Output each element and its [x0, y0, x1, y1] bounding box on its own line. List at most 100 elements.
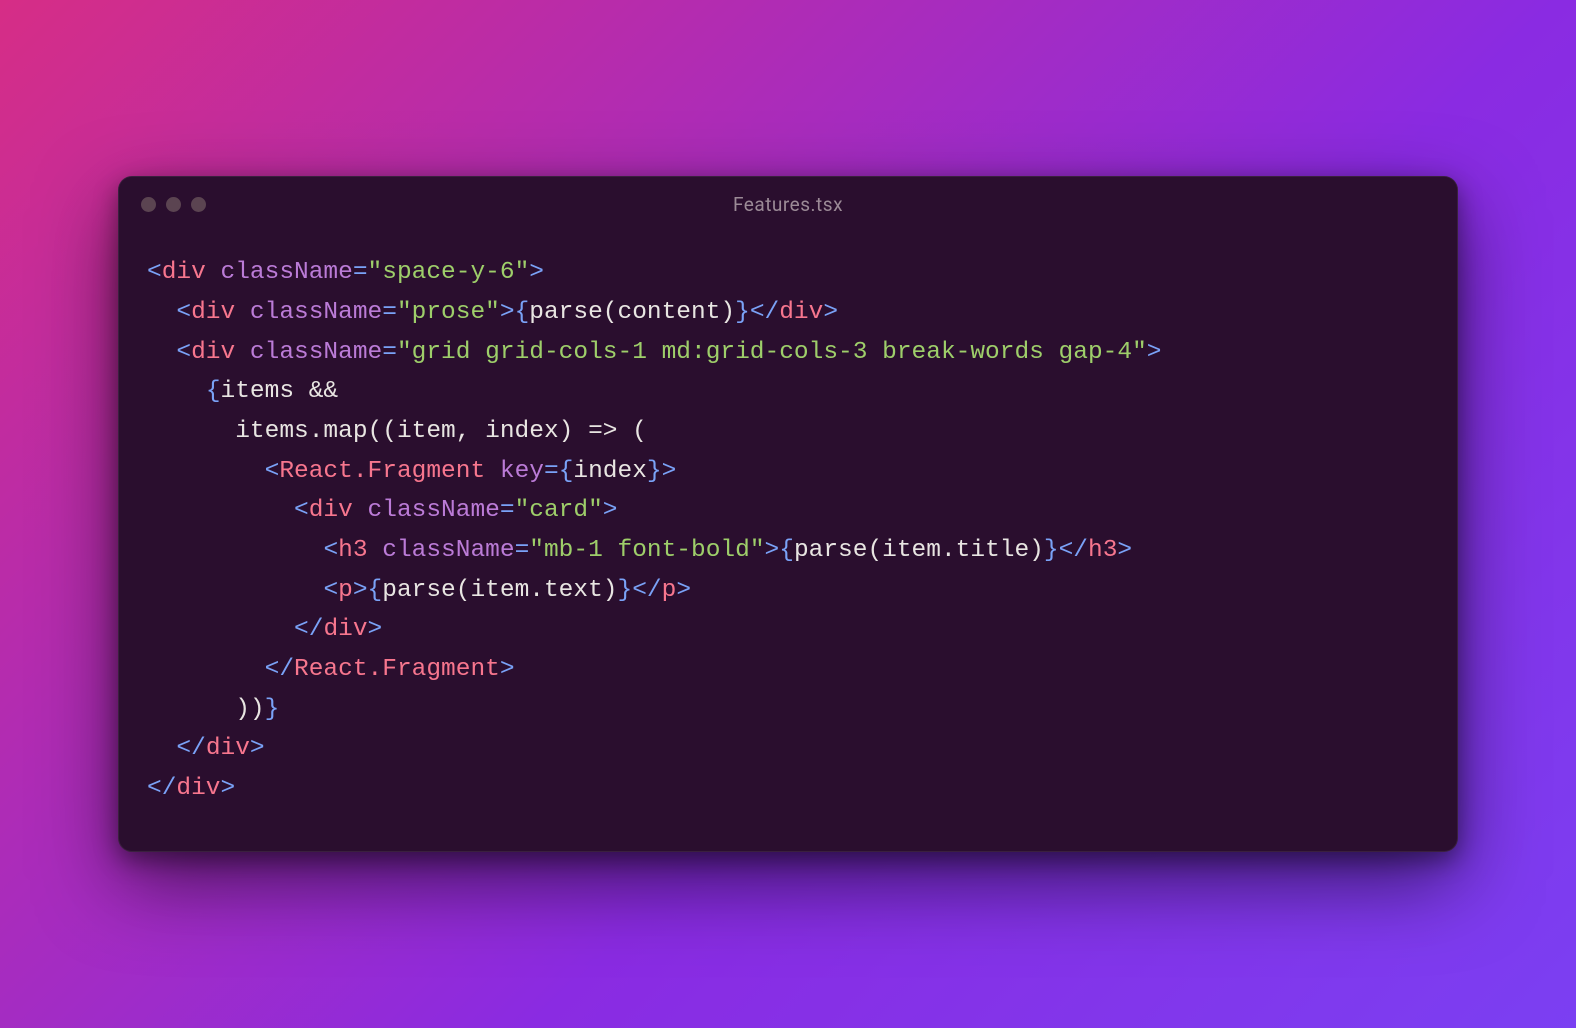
code-token — [147, 656, 265, 683]
code-token: index — [573, 458, 647, 485]
code-token: } — [265, 696, 280, 723]
code-token: key — [500, 458, 544, 485]
code-token: className — [382, 537, 514, 564]
code-token: < — [176, 339, 191, 366]
code-token — [147, 616, 294, 643]
code-token: </ — [294, 616, 323, 643]
code-token: { — [515, 299, 530, 326]
code-token: < — [294, 497, 309, 524]
code-token: } — [618, 577, 633, 604]
code-token: div — [191, 339, 235, 366]
code-token: < — [323, 577, 338, 604]
maximize-icon[interactable] — [191, 197, 206, 212]
code-token: div — [176, 775, 220, 802]
code-token — [147, 537, 323, 564]
code-token: > — [529, 259, 544, 286]
code-token: } — [735, 299, 750, 326]
code-token: items && — [221, 378, 339, 405]
code-token: </ — [147, 775, 176, 802]
code-token: </ — [750, 299, 779, 326]
code-token: { — [779, 537, 794, 564]
code-token: } — [1044, 537, 1059, 564]
code-token: > — [676, 577, 691, 604]
code-token — [353, 497, 368, 524]
code-token: parse(item.text) — [382, 577, 617, 604]
code-token: = — [544, 458, 559, 485]
code-token: React.Fragment — [279, 458, 485, 485]
window-title: Features.tsx — [119, 193, 1457, 216]
code-token: > — [603, 497, 618, 524]
code-token: "space-y-6" — [368, 259, 530, 286]
code-token: p — [338, 577, 353, 604]
code-token: > — [765, 537, 780, 564]
code-token: h3 — [338, 537, 367, 564]
code-token — [147, 735, 176, 762]
code-token — [147, 378, 206, 405]
code-token: className — [221, 259, 353, 286]
code-token: div — [779, 299, 823, 326]
code-token — [235, 299, 250, 326]
code-token: < — [265, 458, 280, 485]
minimize-icon[interactable] — [166, 197, 181, 212]
code-token: > — [368, 616, 383, 643]
code-token: "grid grid-cols-1 md:grid-cols-3 break-w… — [397, 339, 1147, 366]
code-token: > — [823, 299, 838, 326]
code-token: "mb-1 font-bold" — [529, 537, 764, 564]
code-token: </ — [265, 656, 294, 683]
code-token: className — [250, 339, 382, 366]
code-token: p — [662, 577, 677, 604]
code-token: { — [368, 577, 383, 604]
code-token: React.Fragment — [294, 656, 500, 683]
code-token: className — [250, 299, 382, 326]
code-token: } — [647, 458, 662, 485]
code-token: div — [206, 735, 250, 762]
code-token: > — [221, 775, 236, 802]
code-token: = — [500, 497, 515, 524]
code-token: className — [368, 497, 500, 524]
code-token: > — [353, 577, 368, 604]
code-token: div — [162, 259, 206, 286]
code-token: div — [323, 616, 367, 643]
code-token: > — [1147, 339, 1162, 366]
code-token — [368, 537, 383, 564]
code-token: parse(item.title) — [794, 537, 1044, 564]
code-token — [235, 339, 250, 366]
code-token: < — [176, 299, 191, 326]
code-token: = — [353, 259, 368, 286]
code-token: = — [382, 339, 397, 366]
code-token: </ — [632, 577, 661, 604]
code-token — [147, 339, 176, 366]
code-token: items.map((item, index) => ( — [147, 418, 647, 445]
code-token: > — [250, 735, 265, 762]
code-token: { — [559, 458, 574, 485]
code-token: > — [662, 458, 677, 485]
code-token — [485, 458, 500, 485]
code-token: { — [206, 378, 221, 405]
close-icon[interactable] — [141, 197, 156, 212]
code-token: = — [382, 299, 397, 326]
window-controls — [141, 197, 206, 212]
code-content[interactable]: <div className="space-y-6"> <div classNa… — [119, 231, 1457, 851]
code-token — [147, 458, 265, 485]
code-token: > — [500, 299, 515, 326]
window-titlebar: Features.tsx — [119, 177, 1457, 231]
code-token — [206, 259, 221, 286]
code-token: > — [500, 656, 515, 683]
code-token: div — [191, 299, 235, 326]
code-token: </ — [176, 735, 205, 762]
code-token: </ — [1059, 537, 1088, 564]
code-token: < — [147, 259, 162, 286]
code-token: < — [323, 537, 338, 564]
code-token — [147, 577, 323, 604]
code-token: "card" — [515, 497, 603, 524]
code-token: = — [515, 537, 530, 564]
code-token — [147, 497, 294, 524]
code-token: > — [1117, 537, 1132, 564]
code-token: )) — [147, 696, 265, 723]
code-window: Features.tsx <div className="space-y-6">… — [118, 176, 1458, 852]
code-token — [147, 299, 176, 326]
code-token: h3 — [1088, 537, 1117, 564]
code-token: "prose" — [397, 299, 500, 326]
code-token: div — [309, 497, 353, 524]
code-token: parse(content) — [529, 299, 735, 326]
